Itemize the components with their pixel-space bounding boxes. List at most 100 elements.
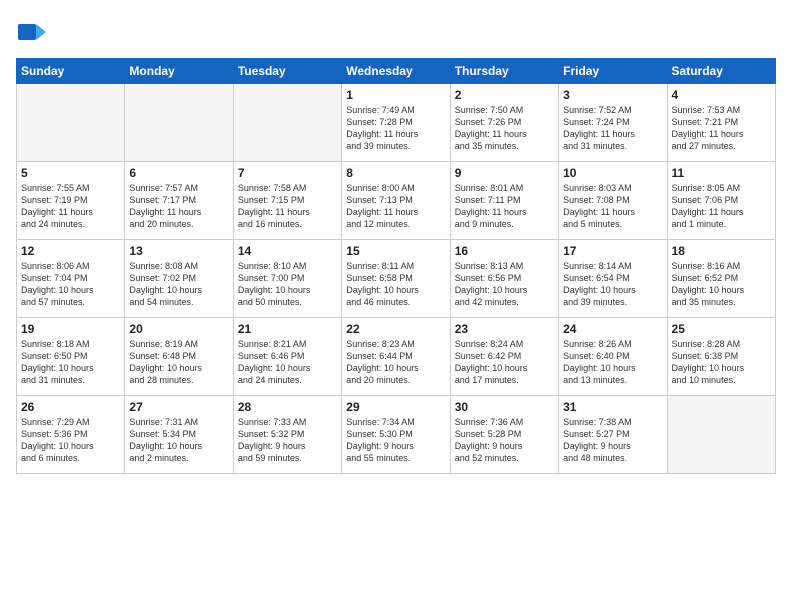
- day-number: 10: [563, 166, 662, 180]
- day-cell: [233, 84, 341, 162]
- weekday-header-sunday: Sunday: [17, 59, 125, 84]
- day-info: Sunrise: 8:03 AM Sunset: 7:08 PM Dayligh…: [563, 182, 662, 231]
- week-row-1: 5 Sunrise: 7:55 AM Sunset: 7:19 PM Daylig…: [17, 162, 776, 240]
- day-number: 5: [21, 166, 120, 180]
- day-cell: 10 Sunrise: 8:03 AM Sunset: 7:08 PM Dayli…: [559, 162, 667, 240]
- page: SundayMondayTuesdayWednesdayThursdayFrid…: [0, 0, 792, 612]
- day-number: 7: [238, 166, 337, 180]
- day-info: Sunrise: 8:21 AM Sunset: 6:46 PM Dayligh…: [238, 338, 337, 387]
- day-cell: [667, 396, 775, 474]
- day-info: Sunrise: 8:06 AM Sunset: 7:04 PM Dayligh…: [21, 260, 120, 309]
- day-cell: 14 Sunrise: 8:10 AM Sunset: 7:00 PM Dayli…: [233, 240, 341, 318]
- day-number: 11: [672, 166, 771, 180]
- day-number: 31: [563, 400, 662, 414]
- day-number: 18: [672, 244, 771, 258]
- day-cell: 3 Sunrise: 7:52 AM Sunset: 7:24 PM Daylig…: [559, 84, 667, 162]
- day-cell: 23 Sunrise: 8:24 AM Sunset: 6:42 PM Dayli…: [450, 318, 558, 396]
- day-number: 2: [455, 88, 554, 102]
- weekday-header-friday: Friday: [559, 59, 667, 84]
- day-cell: 26 Sunrise: 7:29 AM Sunset: 5:36 PM Dayli…: [17, 396, 125, 474]
- day-cell: 11 Sunrise: 8:05 AM Sunset: 7:06 PM Dayli…: [667, 162, 775, 240]
- day-cell: 16 Sunrise: 8:13 AM Sunset: 6:56 PM Dayli…: [450, 240, 558, 318]
- day-info: Sunrise: 7:55 AM Sunset: 7:19 PM Dayligh…: [21, 182, 120, 231]
- day-info: Sunrise: 8:19 AM Sunset: 6:48 PM Dayligh…: [129, 338, 228, 387]
- day-info: Sunrise: 7:34 AM Sunset: 5:30 PM Dayligh…: [346, 416, 445, 465]
- day-info: Sunrise: 8:11 AM Sunset: 6:58 PM Dayligh…: [346, 260, 445, 309]
- day-cell: 28 Sunrise: 7:33 AM Sunset: 5:32 PM Dayli…: [233, 396, 341, 474]
- day-cell: 9Sunrise: 8:01 AM Sunset: 7:11 PM Daylig…: [450, 162, 558, 240]
- day-cell: [125, 84, 233, 162]
- day-number: 3: [563, 88, 662, 102]
- day-number: 4: [672, 88, 771, 102]
- day-info: Sunrise: 8:05 AM Sunset: 7:06 PM Dayligh…: [672, 182, 771, 231]
- day-cell: 20 Sunrise: 8:19 AM Sunset: 6:48 PM Dayli…: [125, 318, 233, 396]
- weekday-header-monday: Monday: [125, 59, 233, 84]
- day-number: 6: [129, 166, 228, 180]
- day-cell: 8 Sunrise: 8:00 AM Sunset: 7:13 PM Daylig…: [342, 162, 450, 240]
- day-number: 22: [346, 322, 445, 336]
- day-cell: 18 Sunrise: 8:16 AM Sunset: 6:52 PM Dayli…: [667, 240, 775, 318]
- week-row-2: 12 Sunrise: 8:06 AM Sunset: 7:04 PM Dayli…: [17, 240, 776, 318]
- day-info: Sunrise: 7:53 AM Sunset: 7:21 PM Dayligh…: [672, 104, 771, 153]
- week-row-4: 26 Sunrise: 7:29 AM Sunset: 5:36 PM Dayli…: [17, 396, 776, 474]
- weekday-header-tuesday: Tuesday: [233, 59, 341, 84]
- day-cell: 12 Sunrise: 8:06 AM Sunset: 7:04 PM Dayli…: [17, 240, 125, 318]
- day-cell: 30Sunrise: 7:36 AM Sunset: 5:28 PM Dayli…: [450, 396, 558, 474]
- day-info: Sunrise: 8:24 AM Sunset: 6:42 PM Dayligh…: [455, 338, 554, 387]
- day-number: 28: [238, 400, 337, 414]
- header: [16, 16, 776, 48]
- day-cell: 2Sunrise: 7:50 AM Sunset: 7:26 PM Daylig…: [450, 84, 558, 162]
- day-cell: 15 Sunrise: 8:11 AM Sunset: 6:58 PM Dayli…: [342, 240, 450, 318]
- day-info: Sunrise: 7:49 AM Sunset: 7:28 PM Dayligh…: [346, 104, 445, 153]
- day-cell: 31 Sunrise: 7:38 AM Sunset: 5:27 PM Dayli…: [559, 396, 667, 474]
- weekday-header-wednesday: Wednesday: [342, 59, 450, 84]
- day-info: Sunrise: 8:26 AM Sunset: 6:40 PM Dayligh…: [563, 338, 662, 387]
- day-number: 20: [129, 322, 228, 336]
- day-info: Sunrise: 7:31 AM Sunset: 5:34 PM Dayligh…: [129, 416, 228, 465]
- day-number: 16: [455, 244, 554, 258]
- day-number: 23: [455, 322, 554, 336]
- day-info: Sunrise: 7:57 AM Sunset: 7:17 PM Dayligh…: [129, 182, 228, 231]
- day-info: Sunrise: 8:10 AM Sunset: 7:00 PM Dayligh…: [238, 260, 337, 309]
- day-cell: [17, 84, 125, 162]
- day-number: 21: [238, 322, 337, 336]
- day-info: Sunrise: 8:28 AM Sunset: 6:38 PM Dayligh…: [672, 338, 771, 387]
- weekday-header-saturday: Saturday: [667, 59, 775, 84]
- day-info: Sunrise: 8:00 AM Sunset: 7:13 PM Dayligh…: [346, 182, 445, 231]
- day-info: Sunrise: 8:14 AM Sunset: 6:54 PM Dayligh…: [563, 260, 662, 309]
- day-number: 12: [21, 244, 120, 258]
- calendar: SundayMondayTuesdayWednesdayThursdayFrid…: [16, 58, 776, 474]
- day-cell: 6 Sunrise: 7:57 AM Sunset: 7:17 PM Daylig…: [125, 162, 233, 240]
- day-info: Sunrise: 7:29 AM Sunset: 5:36 PM Dayligh…: [21, 416, 120, 465]
- day-number: 9: [455, 166, 554, 180]
- day-info: Sunrise: 8:16 AM Sunset: 6:52 PM Dayligh…: [672, 260, 771, 309]
- day-number: 14: [238, 244, 337, 258]
- weekday-header-row: SundayMondayTuesdayWednesdayThursdayFrid…: [17, 59, 776, 84]
- day-info: Sunrise: 7:38 AM Sunset: 5:27 PM Dayligh…: [563, 416, 662, 465]
- day-number: 27: [129, 400, 228, 414]
- day-cell: 7 Sunrise: 7:58 AM Sunset: 7:15 PM Daylig…: [233, 162, 341, 240]
- day-number: 13: [129, 244, 228, 258]
- day-number: 15: [346, 244, 445, 258]
- day-info: Sunrise: 8:13 AM Sunset: 6:56 PM Dayligh…: [455, 260, 554, 309]
- day-number: 30: [455, 400, 554, 414]
- week-row-3: 19Sunrise: 8:18 AM Sunset: 6:50 PM Dayli…: [17, 318, 776, 396]
- day-cell: 4 Sunrise: 7:53 AM Sunset: 7:21 PM Daylig…: [667, 84, 775, 162]
- day-info: Sunrise: 7:33 AM Sunset: 5:32 PM Dayligh…: [238, 416, 337, 465]
- weekday-header-thursday: Thursday: [450, 59, 558, 84]
- day-info: Sunrise: 7:52 AM Sunset: 7:24 PM Dayligh…: [563, 104, 662, 153]
- day-number: 25: [672, 322, 771, 336]
- day-cell: 1Sunrise: 7:49 AM Sunset: 7:28 PM Daylig…: [342, 84, 450, 162]
- day-cell: 29Sunrise: 7:34 AM Sunset: 5:30 PM Dayli…: [342, 396, 450, 474]
- day-cell: 17 Sunrise: 8:14 AM Sunset: 6:54 PM Dayli…: [559, 240, 667, 318]
- day-number: 24: [563, 322, 662, 336]
- week-row-0: 1Sunrise: 7:49 AM Sunset: 7:28 PM Daylig…: [17, 84, 776, 162]
- day-number: 17: [563, 244, 662, 258]
- day-cell: 25 Sunrise: 8:28 AM Sunset: 6:38 PM Dayli…: [667, 318, 775, 396]
- day-info: Sunrise: 7:58 AM Sunset: 7:15 PM Dayligh…: [238, 182, 337, 231]
- day-cell: 13Sunrise: 8:08 AM Sunset: 7:02 PM Dayli…: [125, 240, 233, 318]
- day-number: 8: [346, 166, 445, 180]
- day-info: Sunrise: 8:23 AM Sunset: 6:44 PM Dayligh…: [346, 338, 445, 387]
- day-number: 26: [21, 400, 120, 414]
- day-cell: 22 Sunrise: 8:23 AM Sunset: 6:44 PM Dayli…: [342, 318, 450, 396]
